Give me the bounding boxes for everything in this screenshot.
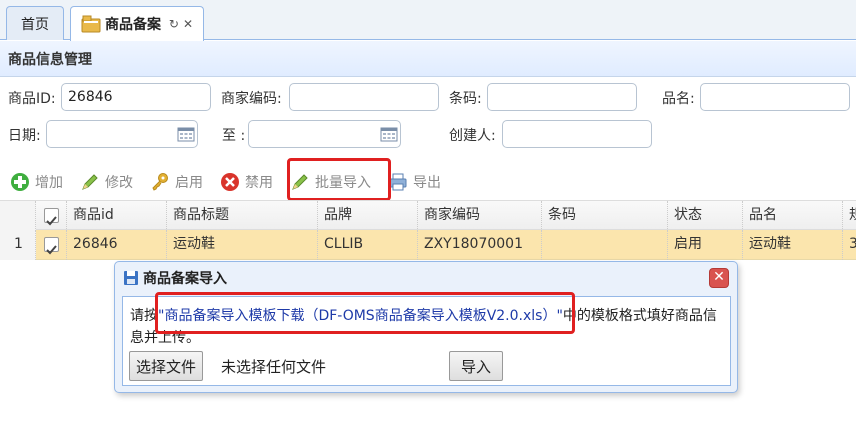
batch-import-label: 批量导入 <box>315 175 371 191</box>
grid-header: 商品id 商品标题 品牌 商家编码 条码 状态 品名 规 <box>0 200 856 231</box>
date-to-label: 至 : <box>222 128 246 144</box>
disable-button[interactable]: 禁用 <box>210 164 280 200</box>
creator-label: 创建人: <box>449 128 496 144</box>
cell-status: 启用 <box>668 230 743 260</box>
cell-barcode <box>542 230 668 260</box>
product-id-input[interactable] <box>61 83 211 111</box>
column-header[interactable]: 品牌 <box>318 201 418 231</box>
export-label: 导出 <box>413 175 441 191</box>
export-button[interactable]: 导出 <box>378 164 448 200</box>
row-checkbox[interactable] <box>44 237 59 255</box>
product-id-label: 商品ID: <box>8 91 56 107</box>
column-header[interactable]: 规 <box>843 201 856 231</box>
key-icon <box>152 173 168 191</box>
cell-product-name: 运动鞋 <box>743 230 843 260</box>
close-icon[interactable]: ✕ <box>183 17 193 31</box>
tab-home-label: 首页 <box>21 16 49 33</box>
enable-label: 启用 <box>175 175 203 191</box>
plus-icon <box>11 173 29 191</box>
merchant-code-input[interactable] <box>289 83 439 111</box>
add-label: 增加 <box>35 175 63 191</box>
name-label: 品名: <box>662 91 695 107</box>
enable-button[interactable]: 启用 <box>140 164 210 200</box>
column-header[interactable]: 商品标题 <box>167 201 318 231</box>
cell-extra: 3 <box>849 236 856 252</box>
cell-merchant-code: ZXY18070001 <box>418 230 542 260</box>
calendar-icon[interactable] <box>177 126 195 142</box>
dialog-title: 商品备案导入 <box>143 271 227 287</box>
row-number: 1 <box>0 230 36 260</box>
edit-label: 修改 <box>105 175 133 191</box>
rownum-header <box>0 201 36 231</box>
date-to-input[interactable] <box>248 120 401 148</box>
batch-import-button[interactable]: 批量导入 <box>280 164 378 200</box>
import-instructions: 请按"商品备案导入模板下载（DF-OMS商品备案导入模板V2.0.xls）"中的… <box>130 305 730 349</box>
disable-label: 禁用 <box>245 175 273 191</box>
dialog-close-button[interactable]: ✕ <box>709 268 729 288</box>
column-header[interactable]: 商家编码 <box>418 201 542 231</box>
cell-product-title: 运动鞋 <box>167 230 318 260</box>
pencil-icon <box>292 174 308 190</box>
choose-file-button[interactable]: 选择文件 <box>129 351 204 381</box>
tab-product-filing-label: 商品备案 <box>105 17 161 33</box>
date-label: 日期: <box>8 128 41 144</box>
disable-icon <box>221 173 239 191</box>
printer-icon <box>389 173 407 191</box>
refresh-icon[interactable]: ↻ <box>169 17 179 31</box>
column-header[interactable]: 品名 <box>743 201 843 231</box>
column-header[interactable]: 商品id <box>67 201 167 231</box>
creator-input[interactable] <box>502 120 652 148</box>
dialog-body: 请按"商品备案导入模板下载（DF-OMS商品备案导入模板V2.0.xls）"中的… <box>122 296 731 386</box>
tab-home[interactable]: 首页 <box>6 6 64 40</box>
date-from-input[interactable] <box>46 120 198 148</box>
tab-product-filing[interactable]: 商品备案 ↻ ✕ <box>70 6 204 41</box>
barcode-input[interactable] <box>487 83 637 111</box>
tab-bar: 首页 商品备案 ↻ ✕ <box>0 0 856 41</box>
column-header[interactable]: 状态 <box>668 201 743 231</box>
name-input[interactable] <box>700 83 850 111</box>
table-row[interactable]: 1 26846 运动鞋 CLLIB ZXY18070001 启用 运动鞋 3 <box>0 230 856 260</box>
cell-brand: CLLIB <box>318 230 418 260</box>
panel-title: 商品信息管理 <box>0 41 856 77</box>
row-select-cell[interactable] <box>36 230 67 260</box>
calendar-icon[interactable] <box>380 126 398 142</box>
file-status-text: 未选择任何文件 <box>221 358 327 376</box>
select-all-checkbox[interactable] <box>44 208 59 226</box>
instruction-prefix: 请按 <box>130 308 158 324</box>
cell-product-id: 26846 <box>67 230 167 260</box>
add-button[interactable]: 增加 <box>0 164 70 200</box>
template-download-link[interactable]: "商品备案导入模板下载（DF-OMS商品备案导入模板V2.0.xls）" <box>158 308 563 324</box>
toolbar: 增加 修改 启用 禁用 批量导入 导出 <box>0 164 856 200</box>
search-row-2: 日期: 至 : 创建人: <box>0 118 856 150</box>
edit-button[interactable]: 修改 <box>70 164 140 200</box>
search-row-1: 商品ID: 商家编码: 条码: 品名: <box>0 81 856 113</box>
import-dialog: 商品备案导入 ✕ 请按"商品备案导入模板下载（DF-OMS商品备案导入模板V2.… <box>114 261 738 393</box>
import-button[interactable]: 导入 <box>449 351 503 381</box>
select-all-cell[interactable] <box>36 201 67 231</box>
column-header[interactable]: 条码 <box>542 201 668 231</box>
barcode-label: 条码: <box>449 91 482 107</box>
dialog-title-bar[interactable]: 商品备案导入 <box>115 262 737 294</box>
merchant-code-label: 商家编码: <box>221 91 282 107</box>
save-icon <box>124 271 138 285</box>
folder-icon <box>81 15 101 33</box>
pencil-icon <box>82 174 98 190</box>
